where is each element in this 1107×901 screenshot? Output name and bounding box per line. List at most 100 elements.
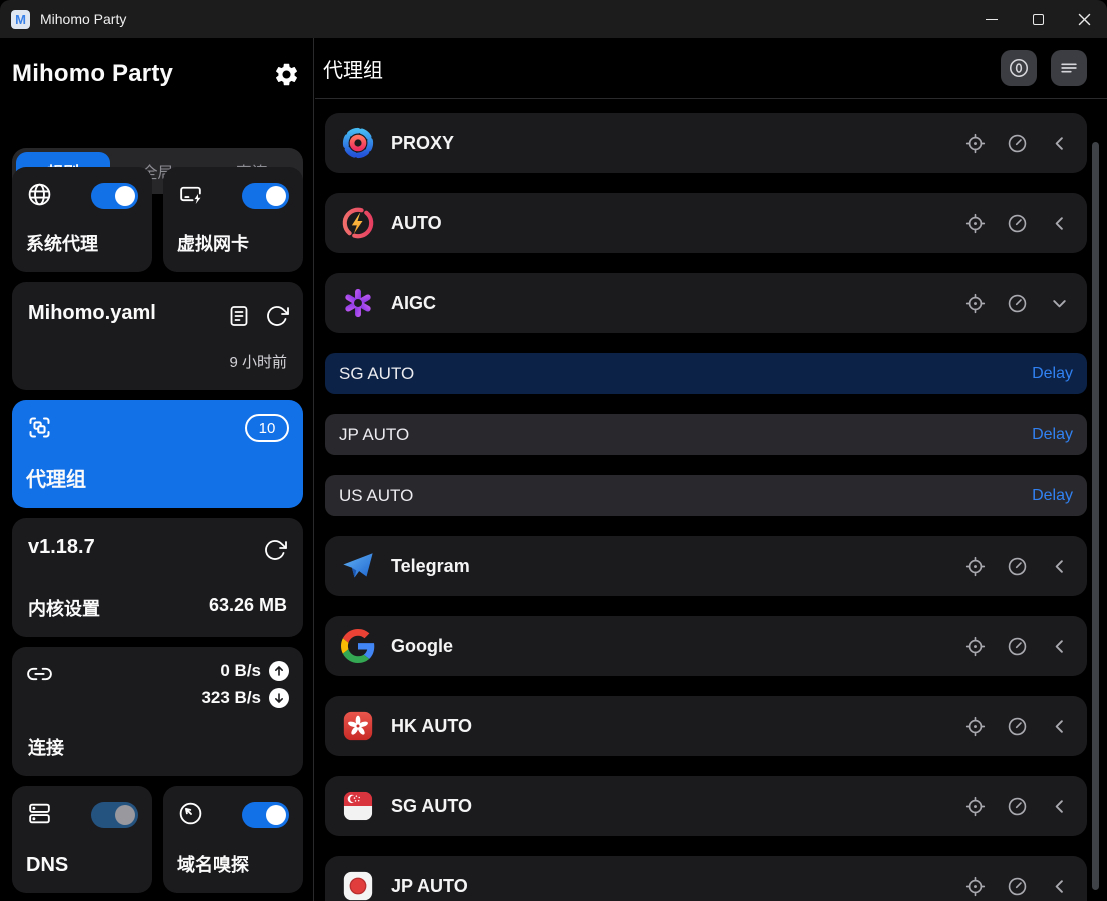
lightning-ring-icon — [341, 206, 375, 240]
proxy-node-row[interactable]: JP AUTO Delay — [325, 414, 1087, 455]
locate-icon[interactable] — [963, 714, 987, 738]
maximize-icon — [1033, 14, 1044, 25]
sniff-card[interactable]: 域名嗅探 — [163, 786, 303, 893]
proxy-group-row[interactable]: SG AUTO — [325, 776, 1087, 836]
tun-toggle[interactable] — [242, 183, 289, 209]
zero-circle-icon — [1008, 57, 1030, 79]
proxy-node-name: JP AUTO — [339, 425, 409, 445]
locate-icon[interactable] — [963, 211, 987, 235]
locate-icon[interactable] — [963, 794, 987, 818]
text-lines-icon — [1058, 57, 1080, 79]
locate-icon[interactable] — [963, 554, 987, 578]
locate-icon[interactable] — [963, 874, 987, 898]
proxy-groups-icon — [26, 414, 53, 441]
chevron-left-icon[interactable] — [1047, 714, 1071, 738]
jp-flag-icon — [341, 869, 375, 901]
openai-logo-icon — [341, 286, 375, 320]
profile-refresh-icon[interactable] — [265, 304, 289, 328]
proxy-group-row[interactable]: Google — [325, 616, 1087, 676]
delay-test-icon[interactable] — [1005, 634, 1029, 658]
locate-icon[interactable] — [963, 131, 987, 155]
dns-toggle[interactable] — [91, 802, 138, 828]
app-window: M Mihomo Party Mihomo Party 规则 全局 直连 — [0, 0, 1107, 901]
profile-card[interactable]: Mihomo.yaml 9 小时前 — [12, 282, 303, 390]
chevron-left-icon[interactable] — [1047, 634, 1071, 658]
delay-test-icon[interactable] — [1005, 211, 1029, 235]
proxy-group-name: JP AUTO — [391, 876, 468, 897]
proxy-node-name: US AUTO — [339, 486, 413, 506]
google-icon — [341, 629, 375, 663]
delay-test-icon[interactable] — [1005, 131, 1029, 155]
connections-label: 连接 — [28, 734, 64, 760]
proxy-group-name: PROXY — [391, 133, 454, 154]
proxy-group-row[interactable]: PROXY — [325, 113, 1087, 173]
proxy-group-row[interactable]: AIGC — [325, 273, 1087, 333]
proxy-node-row[interactable]: SG AUTO Delay — [325, 353, 1087, 394]
sidebar: Mihomo Party 规则 全局 直连 系统代理 — [0, 38, 314, 901]
titlebar: M Mihomo Party — [0, 0, 1107, 38]
chevron-left-icon[interactable] — [1047, 874, 1071, 898]
core-settings-label: 内核设置 — [28, 595, 100, 621]
minimize-icon — [986, 19, 998, 20]
proxy-group-name: AIGC — [391, 293, 436, 314]
core-restart-icon[interactable] — [263, 538, 287, 562]
system-proxy-card[interactable]: 系统代理 — [12, 167, 152, 272]
chevron-left-icon[interactable] — [1047, 554, 1071, 578]
proxy-group-list: PROXY AUTO AIGC — [325, 100, 1087, 901]
download-arrow-icon — [269, 688, 289, 708]
proxy-group-name: Google — [391, 636, 453, 657]
dns-card[interactable]: DNS — [12, 786, 152, 893]
tun-label: 虚拟网卡 — [177, 230, 249, 256]
proxy-group-row[interactable]: Telegram — [325, 536, 1087, 596]
delay-test-icon[interactable] — [1005, 291, 1029, 315]
delay-button[interactable]: Delay — [1032, 487, 1073, 505]
locate-icon[interactable] — [963, 634, 987, 658]
core-card[interactable]: v1.18.7 内核设置 63.26 MB — [12, 518, 303, 637]
upload-arrow-icon — [269, 661, 289, 681]
proxy-groups-label: 代理组 — [26, 463, 86, 492]
proxy-group-row[interactable]: JP AUTO — [325, 856, 1087, 901]
proxy-ring-icon — [341, 126, 375, 160]
link-icon — [26, 661, 53, 688]
proxy-group-row[interactable]: HK AUTO — [325, 696, 1087, 756]
app-logo-icon: M — [11, 10, 30, 29]
upload-rate: 0 B/s — [220, 661, 261, 681]
collapse-all-button[interactable] — [1001, 50, 1037, 86]
delay-test-icon[interactable] — [1005, 554, 1029, 578]
page-title: 代理组 — [323, 54, 383, 83]
proxy-groups-count-badge: 10 — [245, 414, 289, 442]
proxy-groups-card[interactable]: 10 代理组 — [12, 400, 303, 508]
chevron-left-icon[interactable] — [1047, 211, 1071, 235]
proxy-group-name: Telegram — [391, 556, 470, 577]
scrollbar-thumb[interactable] — [1092, 142, 1099, 890]
settings-button[interactable] — [271, 59, 301, 89]
dns-server-icon — [26, 800, 53, 827]
close-button[interactable] — [1061, 0, 1107, 38]
tun-card[interactable]: 虚拟网卡 — [163, 167, 303, 272]
proxy-group-row[interactable]: AUTO — [325, 193, 1087, 253]
proxy-group-name: AUTO — [391, 213, 442, 234]
chevron-down-icon[interactable] — [1047, 291, 1071, 315]
virtual-nic-icon — [177, 181, 204, 208]
delay-test-icon[interactable] — [1005, 874, 1029, 898]
layout-toggle-button[interactable] — [1051, 50, 1087, 86]
delay-test-icon[interactable] — [1005, 714, 1029, 738]
main-panel: 代理组 PROXY — [315, 38, 1107, 901]
minimize-button[interactable] — [969, 0, 1015, 38]
locate-icon[interactable] — [963, 291, 987, 315]
delay-button[interactable]: Delay — [1032, 365, 1073, 383]
chevron-left-icon[interactable] — [1047, 131, 1071, 155]
close-icon — [1078, 13, 1091, 26]
sniff-toggle[interactable] — [242, 802, 289, 828]
telegram-icon — [341, 549, 375, 583]
sniff-label: 域名嗅探 — [177, 851, 249, 877]
delay-button[interactable]: Delay — [1032, 426, 1073, 444]
chevron-left-icon[interactable] — [1047, 794, 1071, 818]
system-proxy-toggle[interactable] — [91, 183, 138, 209]
connections-card[interactable]: 0 B/s 323 B/s 连接 — [12, 647, 303, 776]
sniffer-icon — [177, 800, 204, 827]
profile-edit-icon[interactable] — [227, 304, 251, 328]
delay-test-icon[interactable] — [1005, 794, 1029, 818]
maximize-button[interactable] — [1015, 0, 1061, 38]
proxy-node-row[interactable]: US AUTO Delay — [325, 475, 1087, 516]
